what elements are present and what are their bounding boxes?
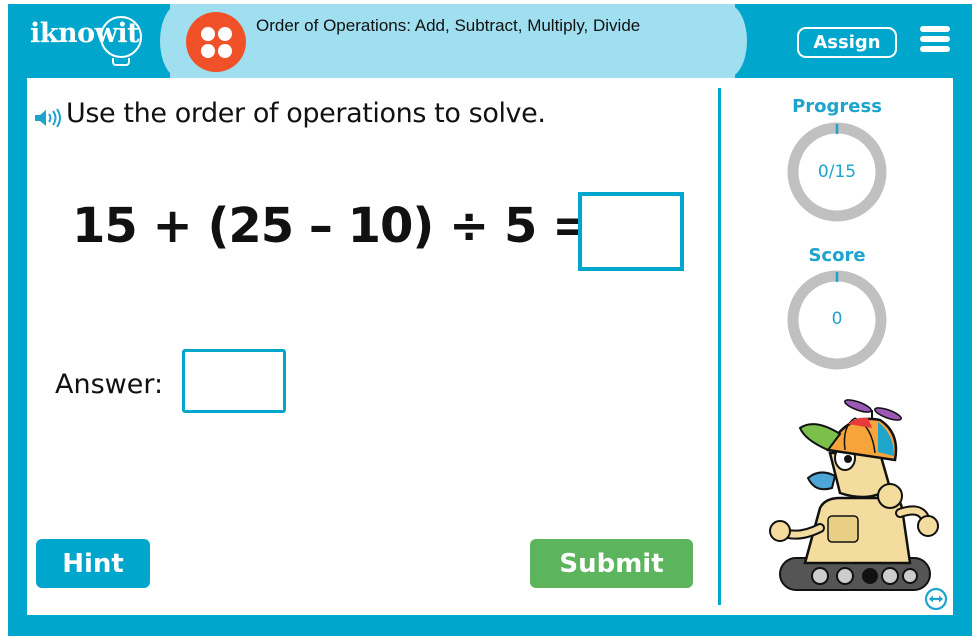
- lesson-title: Order of Operations: Add, Subtract, Mult…: [256, 16, 641, 35]
- lightbulb-icon: [100, 16, 142, 58]
- question-instruction: Use the order of operations to solve.: [66, 98, 546, 129]
- robot-mascot-icon: [769, 399, 939, 591]
- score-value: 0: [831, 309, 843, 329]
- hamburger-menu-icon[interactable]: [920, 24, 950, 54]
- hint-button[interactable]: Hint: [36, 539, 150, 588]
- resize-arrows-icon[interactable]: [924, 587, 948, 611]
- math-expression: 15 + (25 – 10) ÷ 5 =: [72, 198, 592, 254]
- lightbulb-base-icon: [112, 58, 130, 66]
- panel-divider: [718, 88, 721, 605]
- speaker-icon[interactable]: [34, 107, 64, 129]
- assign-button[interactable]: Assign: [797, 27, 897, 58]
- submit-button[interactable]: Submit: [530, 539, 693, 588]
- progress-value: 0/15: [817, 162, 857, 182]
- equation-result-box: [578, 192, 684, 271]
- four-dots-icon: [186, 12, 246, 72]
- answer-label: Answer:: [55, 369, 164, 400]
- answer-input[interactable]: [182, 349, 286, 413]
- score-label: Score: [808, 245, 866, 266]
- iknowit-logo[interactable]: iknowit: [26, 16, 146, 66]
- progress-label: Progress: [792, 96, 882, 117]
